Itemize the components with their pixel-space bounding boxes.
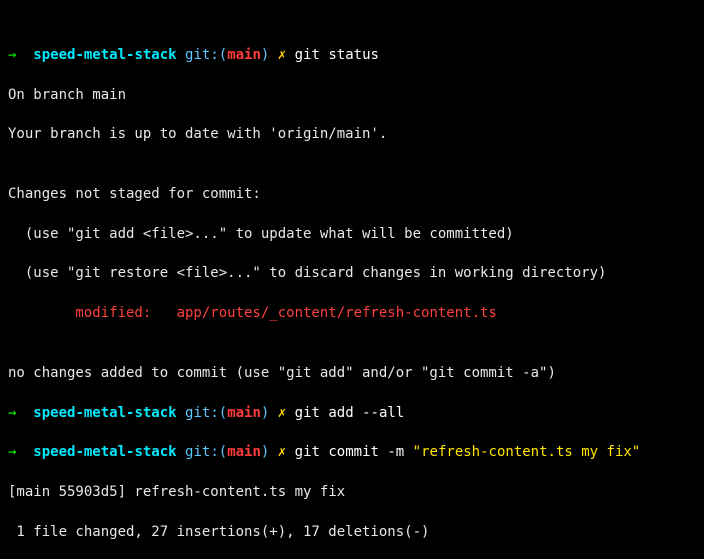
prompt-arrow-icon: → xyxy=(8,47,16,63)
prompt-arrow-icon: → xyxy=(8,444,16,460)
command-text: git commit -m xyxy=(295,444,413,460)
output-line: (use "git restore <file>..." to discard … xyxy=(8,264,696,284)
prompt-dirty-icon: ✗ xyxy=(278,47,286,63)
terminal[interactable]: → speed-metal-stack git:(main) ✗ git sta… xyxy=(0,0,704,559)
prompt-paren-close: ) xyxy=(261,47,269,63)
prompt-branch: main xyxy=(227,47,261,63)
prompt-paren-close: ) xyxy=(261,405,269,421)
prompt-line: → speed-metal-stack git:(main) ✗ git add… xyxy=(8,404,696,424)
prompt-dirty-icon: ✗ xyxy=(278,444,286,460)
prompt-branch: main xyxy=(227,405,261,421)
output-line: Your branch is up to date with 'origin/m… xyxy=(8,125,696,145)
prompt-arrow-icon: → xyxy=(8,405,16,421)
prompt-branch: main xyxy=(227,444,261,460)
output-line: On branch main xyxy=(8,86,696,106)
command-string: "refresh-content.ts my fix" xyxy=(413,444,641,460)
prompt-line: → speed-metal-stack git:(main) ✗ git sta… xyxy=(8,46,696,66)
output-line: Changes not staged for commit: xyxy=(8,185,696,205)
output-line: (use "git add <file>..." to update what … xyxy=(8,225,696,245)
output-line: 1 file changed, 27 insertions(+), 17 del… xyxy=(8,523,696,543)
prompt-dir: speed-metal-stack xyxy=(33,47,176,63)
command-text: git status xyxy=(295,47,379,63)
prompt-line: → speed-metal-stack git:(main) ✗ git com… xyxy=(8,443,696,463)
output-modified-line: modified: app/routes/_content/refresh-co… xyxy=(8,304,696,324)
output-line: no changes added to commit (use "git add… xyxy=(8,364,696,384)
prompt-paren-close: ) xyxy=(261,444,269,460)
prompt-git-label: git:( xyxy=(185,47,227,63)
prompt-git-label: git:( xyxy=(185,405,227,421)
prompt-dirty-icon: ✗ xyxy=(278,405,286,421)
prompt-dir: speed-metal-stack xyxy=(33,405,176,421)
command-text: git add --all xyxy=(295,405,405,421)
prompt-dir: speed-metal-stack xyxy=(33,444,176,460)
prompt-git-label: git:( xyxy=(185,444,227,460)
output-line: [main 55903d5] refresh-content.ts my fix xyxy=(8,483,696,503)
